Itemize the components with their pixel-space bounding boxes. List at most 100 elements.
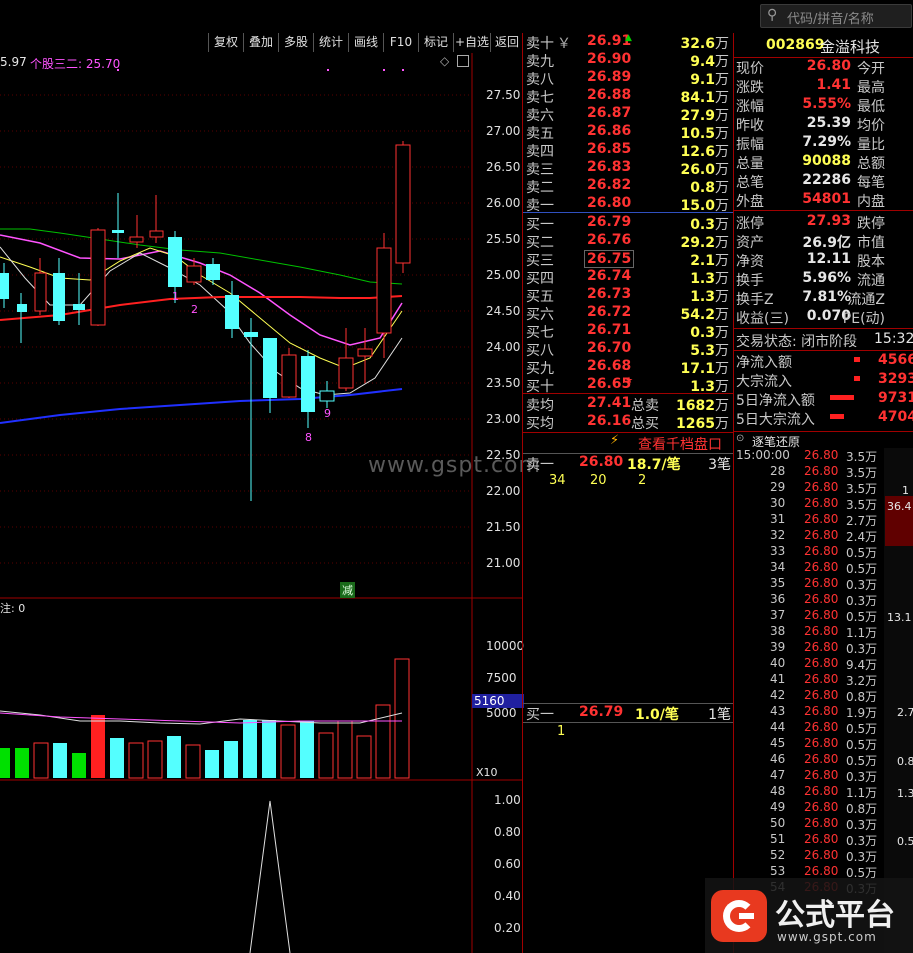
osc-tick: 0.40 bbox=[494, 889, 521, 903]
toolbar-mark-button[interactable]: 标记 bbox=[418, 33, 453, 52]
sell-row[interactable]: 卖九 26.90 9.4万 bbox=[523, 51, 733, 70]
tick-row: 33 26.80 0.5万 bbox=[770, 544, 878, 560]
tick-row: 49 26.80 0.8万 bbox=[770, 800, 878, 816]
price-tick: 22.00 bbox=[486, 484, 521, 498]
tick-row: 44 26.80 0.5万 bbox=[770, 720, 878, 736]
order-book: 卖十 ￥ 26.91 ▲ 32.6万 卖九 26.90 9.4万 卖八 26.89 9.1万… bbox=[523, 33, 733, 433]
brand-logo: 公式平台 www.gspt.com bbox=[705, 878, 913, 953]
stock-code: 002869 bbox=[766, 37, 825, 53]
stock-header: 002869 金溢科技 bbox=[734, 33, 913, 57]
sell-row[interactable]: 卖十 ￥ 26.91 ▲ 32.6万 bbox=[523, 33, 733, 52]
indicator-label: 注: 0 bbox=[0, 602, 26, 615]
buy-row[interactable]: 买四 26.74 1.3万 bbox=[523, 268, 733, 287]
chart-toolbar: 复权 叠加 多股 统计 画线 F10 标记 +自选 返回 bbox=[0, 33, 522, 53]
price-tick: 25.50 bbox=[486, 232, 521, 246]
marker-9: 9 bbox=[324, 407, 331, 420]
marker-jian: 减 bbox=[340, 582, 355, 598]
tick-row: 15:00:00 26.80 3.5万 bbox=[736, 448, 878, 464]
price-tick: 27.00 bbox=[486, 124, 521, 138]
tick-row: 52 26.80 0.3万 bbox=[770, 848, 878, 864]
watermark: www.gspt.com bbox=[368, 453, 541, 478]
tick-row: 31 26.80 2.7万 bbox=[770, 512, 878, 528]
buy-row[interactable]: 买九 26.68 17.1万 bbox=[523, 358, 733, 377]
capital-flows: 净流入额 4566 大宗流入 3293 5日净流入额 9731 5日大宗流入 4704 bbox=[736, 352, 913, 428]
tick-row: 39 26.80 0.3万 bbox=[770, 640, 878, 656]
marker-1: 1 bbox=[172, 290, 179, 303]
toolbar-back-button[interactable]: 返回 bbox=[490, 33, 523, 52]
volume-tick: 7500 bbox=[486, 671, 517, 685]
toolbar-fuquan-button[interactable]: 复权 bbox=[208, 33, 243, 52]
price-tick: 24.50 bbox=[486, 304, 521, 318]
tick-row: 30 26.80 3.5万 bbox=[770, 496, 878, 512]
tick-row: 36 26.80 0.3万 bbox=[770, 592, 878, 608]
tick-row: 29 26.80 3.5万 bbox=[770, 480, 878, 496]
buy-row[interactable]: 买一 26.79 0.3万 bbox=[523, 214, 733, 233]
tick-row: 37 26.80 0.5万 bbox=[770, 608, 878, 624]
marker-8: 8 bbox=[305, 431, 312, 444]
tick-row: 34 26.80 0.5万 bbox=[770, 560, 878, 576]
trade-state: 交易状态: 闭市阶段 15:32 bbox=[736, 331, 913, 350]
tick-row: 51 26.80 0.3万 bbox=[770, 832, 878, 848]
price-tick: 21.50 bbox=[486, 520, 521, 534]
queue-item: 20 bbox=[590, 473, 607, 488]
osc-tick: 1.00 bbox=[494, 793, 521, 807]
book-summary-buy: 买均 26.16 总买 1265万 bbox=[526, 413, 729, 432]
marker-2: 2 bbox=[191, 303, 198, 316]
queue-item: 34 bbox=[549, 473, 566, 488]
search-placeholder: 代码/拼音/名称 bbox=[787, 12, 874, 27]
sell-row[interactable]: 卖三 26.83 26.0万 bbox=[523, 159, 733, 178]
chevron-down-icon: ⊙ bbox=[736, 433, 745, 444]
tick-list-header[interactable]: ⊙ 逐笔还原 bbox=[734, 432, 913, 449]
chart-svg bbox=[0, 53, 522, 953]
tick-row: 46 26.80 0.5万 bbox=[770, 752, 878, 768]
osc-tick: 0.60 bbox=[494, 857, 521, 871]
sell-row[interactable]: 卖四 26.85 12.6万 bbox=[523, 141, 733, 160]
sell1-queue-header: 卖一 26.80 18.7/笔 3笔 bbox=[526, 454, 731, 473]
toolbar-add-watch-button[interactable]: +自选 bbox=[453, 33, 490, 52]
sell-row[interactable]: 卖二 26.82 0.8万 bbox=[523, 177, 733, 196]
buy-row[interactable]: 买八 26.70 5.3万 bbox=[523, 340, 733, 359]
buy-row[interactable]: 买十 26.65 ★ 1.3万 bbox=[523, 376, 733, 395]
queue-item: 1 bbox=[557, 724, 566, 739]
tick-row: 32 26.80 2.4万 bbox=[770, 528, 878, 544]
buy-row[interactable]: 买七 26.71 0.3万 bbox=[523, 322, 733, 341]
view-ten-levels-link[interactable]: 查看千档盘口 bbox=[638, 434, 722, 454]
tick-row: 50 26.80 0.3万 bbox=[770, 816, 878, 832]
toolbar-f10-button[interactable]: F10 bbox=[383, 33, 418, 52]
buy-row[interactable]: 买三 26.75 2.1万 bbox=[523, 250, 733, 269]
toolbar-overlay-button[interactable]: 叠加 bbox=[243, 33, 278, 52]
tick-row: 45 26.80 0.5万 bbox=[770, 736, 878, 752]
buy1-queue-header: 买一 26.79 1.0/笔 1笔 bbox=[526, 704, 731, 723]
buy-row[interactable]: 买五 26.73 1.3万 bbox=[523, 286, 733, 305]
toolbar-stats-button[interactable]: 统计 bbox=[313, 33, 348, 52]
sell-row[interactable]: 卖一 26.80 15.0万 bbox=[523, 195, 733, 214]
tick-row: 47 26.80 0.3万 bbox=[770, 768, 878, 784]
search-box[interactable]: ⚲ 代码/拼音/名称 bbox=[760, 4, 912, 28]
kline-chart[interactable]: 5.97 个股三二: 25.70 ◇ 27.50 27.00 26.50 26.… bbox=[0, 53, 540, 953]
tick-row: 28 26.80 3.5万 bbox=[770, 464, 878, 480]
price-tick: 23.00 bbox=[486, 412, 521, 426]
toolbar-draw-button[interactable]: 画线 bbox=[348, 33, 383, 52]
price-tick: 25.00 bbox=[486, 268, 521, 282]
price-tick: 24.00 bbox=[486, 340, 521, 354]
toolbar-multi-button[interactable]: 多股 bbox=[278, 33, 313, 52]
price-tick: 21.00 bbox=[486, 556, 521, 570]
tick-row: 48 26.80 1.1万 bbox=[770, 784, 878, 800]
buy-row[interactable]: 买二 26.76 29.2万 bbox=[523, 232, 733, 251]
tick-row: 35 26.80 0.3万 bbox=[770, 576, 878, 592]
tick-row: 43 26.80 1.9万 bbox=[770, 704, 878, 720]
sell-row[interactable]: 卖五 26.86 10.5万 bbox=[523, 123, 733, 142]
price-tick: 26.50 bbox=[486, 160, 521, 174]
tick-row: 38 26.80 1.1万 bbox=[770, 624, 878, 640]
sell-row[interactable]: 卖八 26.89 9.1万 bbox=[523, 69, 733, 88]
tick-row: 42 26.80 0.8万 bbox=[770, 688, 878, 704]
osc-tick: 0.80 bbox=[494, 825, 521, 839]
sell-row[interactable]: 卖六 26.87 27.9万 bbox=[523, 105, 733, 124]
buy-row[interactable]: 买六 26.72 54.2万 bbox=[523, 304, 733, 323]
book-mid-line bbox=[523, 212, 733, 213]
sell-row[interactable]: 卖七 26.88 84.1万 bbox=[523, 87, 733, 106]
price-tick: 27.50 bbox=[486, 88, 521, 102]
book-summary-sell: 卖均 27.41 总卖 1682万 bbox=[526, 395, 729, 414]
tick-row: 40 26.80 9.4万 bbox=[770, 656, 878, 672]
price-tick: 26.00 bbox=[486, 196, 521, 210]
